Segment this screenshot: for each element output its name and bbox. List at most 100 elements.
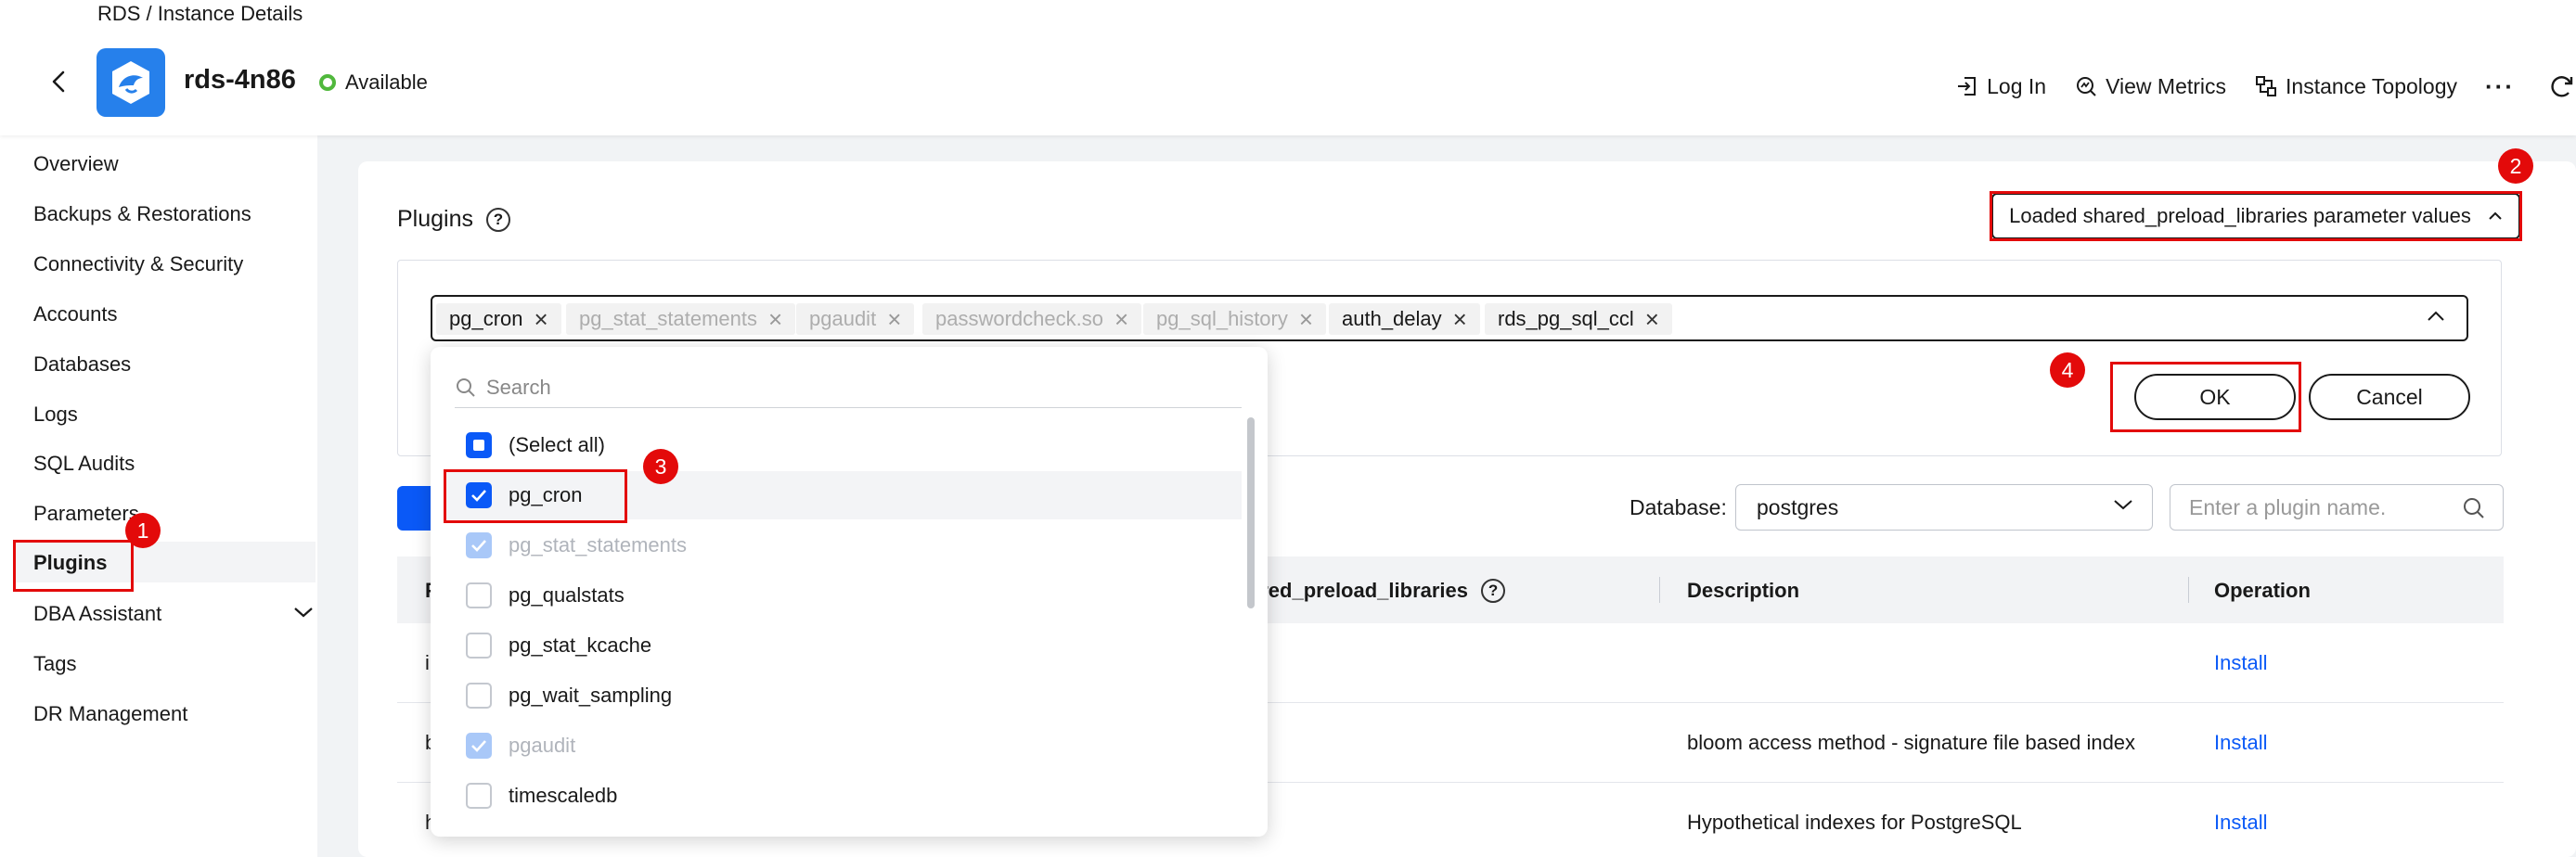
login-label: Log In <box>1987 73 2047 98</box>
install-link[interactable]: Install <box>2214 651 2267 675</box>
column-header-shared: ared_preload_libraries ? <box>1249 579 1506 603</box>
chevron-down-icon <box>294 608 313 618</box>
instance-topology-button[interactable]: Instance Topology <box>2254 74 2457 99</box>
back-button[interactable] <box>43 65 76 98</box>
sidebar-item-connectivity[interactable]: Connectivity & Security <box>33 252 243 276</box>
topology-icon <box>2256 76 2277 96</box>
tag-label: passwordcheck.so <box>935 307 1103 330</box>
sidebar-item-overview[interactable]: Overview <box>33 152 119 176</box>
sidebar-item-tags[interactable]: Tags <box>33 652 76 676</box>
install-link[interactable]: Install <box>2214 811 2267 835</box>
chevron-up-icon <box>2489 211 2502 220</box>
sidebar-item-dr-management[interactable]: DR Management <box>33 702 187 726</box>
column-header-description: Description <box>1687 579 1800 602</box>
topology-label: Instance Topology <box>2286 73 2458 98</box>
library-dropdown: Search (Select all) pg_cron pg_stat_stat… <box>431 347 1268 837</box>
database-select[interactable]: postgres <box>1735 484 2153 531</box>
checkbox-icon <box>466 582 492 608</box>
sidebar-item-databases[interactable]: Databases <box>33 352 131 377</box>
checkbox-icon <box>466 683 492 709</box>
ok-button[interactable]: OK <box>2134 374 2296 420</box>
plugin-search-input[interactable]: Enter a plugin name. <box>2170 484 2504 531</box>
plugin-search-placeholder: Enter a plugin name. <box>2189 494 2387 519</box>
tag-auth-delay: auth_delay × <box>1329 303 1480 335</box>
option-pg-wait-sampling[interactable]: pg_wait_sampling <box>444 672 1242 720</box>
option-pg-stat-kcache[interactable]: pg_stat_kcache <box>444 621 1242 670</box>
plugin-description: Hypothetical indexes for PostgreSQL <box>1687 811 2022 834</box>
tag-label: pgaudit <box>809 307 877 330</box>
help-icon[interactable]: ? <box>486 207 510 232</box>
more-icon[interactable]: ··· <box>2485 74 2515 98</box>
param-button-label: Loaded shared_preload_libraries paramete… <box>2009 204 2471 227</box>
sidebar-item-backups[interactable]: Backups & Restorations <box>33 202 251 226</box>
plugin-description: bloom access method - signature file bas… <box>1687 731 2136 754</box>
sidebar-item-sql-audits[interactable]: SQL Audits <box>33 452 135 476</box>
install-link[interactable]: Install <box>2214 731 2267 755</box>
sidebar-item-accounts[interactable]: Accounts <box>33 302 118 326</box>
shared-preload-libraries-button[interactable]: Loaded shared_preload_libraries paramete… <box>1991 193 2520 239</box>
option-pg-qualstats[interactable]: pg_qualstats <box>444 571 1242 620</box>
checkbox-checked-icon <box>466 733 492 759</box>
column-divider <box>2188 577 2189 603</box>
refresh-icon[interactable] <box>2548 72 2576 100</box>
option-pg-cron[interactable]: pg_cron <box>444 471 1242 519</box>
option-label: (Select all) <box>509 433 605 456</box>
sidebar: Overview Backups & Restorations Connecti… <box>0 135 317 857</box>
breadcrumb[interactable]: RDS / Instance Details <box>97 2 303 26</box>
option-label: pg_stat_kcache <box>509 633 652 657</box>
tag-label: pg_cron <box>449 307 523 330</box>
search-icon[interactable] <box>2462 496 2486 520</box>
option-label: pg_cron <box>509 483 583 506</box>
database-label: Database: <box>1629 495 1727 519</box>
checkbox-checked-icon <box>466 482 492 508</box>
sidebar-item-plugins[interactable]: Plugins <box>13 542 316 582</box>
status-dot-icon <box>319 74 336 91</box>
chevron-up-icon[interactable] <box>2426 310 2446 323</box>
page-title: Plugins ? <box>397 206 510 233</box>
option-label: pg_qualstats <box>509 583 625 607</box>
sidebar-item-dba-assistant[interactable]: DBA Assistant <box>33 602 313 626</box>
tag-label: auth_delay <box>1342 307 1442 330</box>
tag-pg-stat-statements: pg_stat_statements × <box>566 303 796 335</box>
help-icon[interactable]: ? <box>1481 579 1506 603</box>
sidebar-item-label: DBA Assistant <box>33 602 162 625</box>
close-icon[interactable]: × <box>1645 307 1659 331</box>
sidebar-item-parameters[interactable]: Parameters <box>33 502 139 526</box>
plugin-name: i <box>425 651 430 674</box>
checkbox-icon <box>466 783 492 809</box>
column-header-operation: Operation <box>2214 579 2311 602</box>
instance-status: Available <box>319 70 428 95</box>
cancel-button[interactable]: Cancel <box>2309 374 2470 420</box>
tag-rds-pg-sql-ccl: rds_pg_sql_ccl × <box>1485 303 1672 335</box>
library-tag-select[interactable]: pg_cron × pg_stat_statements × pgaudit × pa… <box>431 295 2468 341</box>
login-button[interactable]: Log In <box>1955 74 2046 99</box>
option-label: timescaledb <box>509 784 618 807</box>
database-value: postgres <box>1757 494 1839 519</box>
chevron-left-icon <box>52 70 65 93</box>
close-icon: × <box>768 305 783 333</box>
option-timescaledb[interactable]: timescaledb <box>444 772 1242 820</box>
column-divider <box>1659 577 1660 603</box>
option-select-all[interactable]: (Select all) <box>444 421 1242 469</box>
option-label: pg_wait_sampling <box>509 684 673 707</box>
tag-label: pg_stat_statements <box>579 307 758 330</box>
dropdown-search-placeholder: Search <box>486 375 551 399</box>
dropdown-scrollbar[interactable] <box>1247 417 1255 608</box>
login-icon <box>1958 77 1977 96</box>
search-icon <box>457 377 475 397</box>
option-pg-stat-statements: pg_stat_statements <box>444 521 1242 569</box>
close-icon: × <box>1298 305 1314 333</box>
close-icon[interactable]: × <box>535 307 548 331</box>
tag-label: rds_pg_sql_ccl <box>1498 307 1634 330</box>
column-header-label: ared_preload_libraries <box>1249 579 1469 602</box>
close-icon[interactable]: × <box>1453 307 1467 331</box>
view-metrics-button[interactable]: View Metrics <box>2074 74 2226 99</box>
instance-name: rds-4n86 <box>184 65 296 95</box>
tag-pg-cron: pg_cron × <box>436 303 561 335</box>
checkbox-icon <box>466 633 492 659</box>
dropdown-search-input[interactable]: Search <box>455 367 1242 408</box>
chevron-down-icon <box>2114 500 2132 510</box>
close-icon: × <box>1114 305 1129 333</box>
tag-pgaudit: pgaudit × <box>796 303 915 335</box>
sidebar-item-logs[interactable]: Logs <box>33 403 78 427</box>
